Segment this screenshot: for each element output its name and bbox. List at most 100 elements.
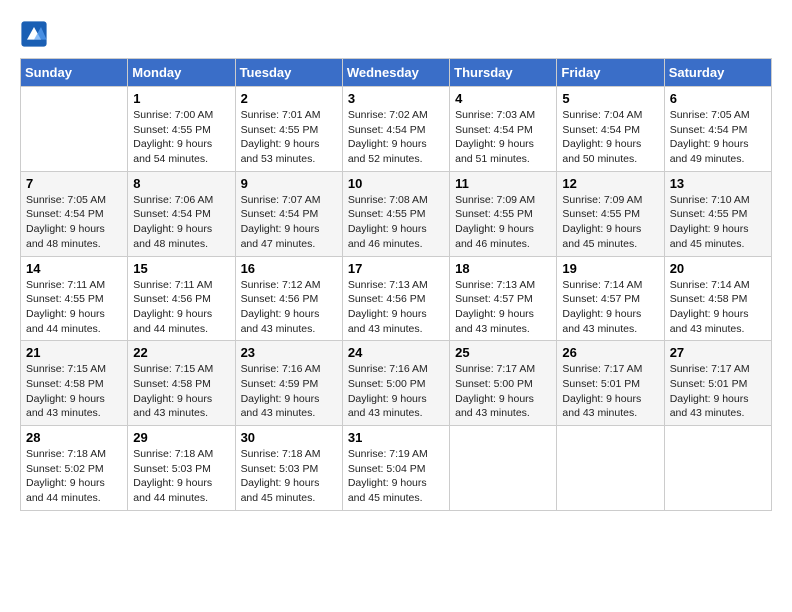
calendar-cell: 29 Sunrise: 7:18 AM Sunset: 5:03 PM Dayli… [128,426,235,511]
day-info: Sunrise: 7:09 AM Sunset: 4:55 PM Dayligh… [562,193,658,252]
day-info: Sunrise: 7:06 AM Sunset: 4:54 PM Dayligh… [133,193,229,252]
calendar-cell: 9 Sunrise: 7:07 AM Sunset: 4:54 PM Daylig… [235,171,342,256]
calendar-cell: 24Sunrise: 7:16 AM Sunset: 5:00 PM Dayli… [342,341,449,426]
calendar-cell: 17 Sunrise: 7:13 AM Sunset: 4:56 PM Dayli… [342,256,449,341]
calendar-cell: 21 Sunrise: 7:15 AM Sunset: 4:58 PM Dayli… [21,341,128,426]
day-info: Sunrise: 7:13 AM Sunset: 4:57 PM Dayligh… [455,278,551,337]
calendar-cell: 19 Sunrise: 7:14 AM Sunset: 4:57 PM Dayli… [557,256,664,341]
calendar-cell: 31 Sunrise: 7:19 AM Sunset: 5:04 PM Dayli… [342,426,449,511]
day-info: Sunrise: 7:17 AM Sunset: 5:00 PM Dayligh… [455,362,551,421]
calendar-cell: 15 Sunrise: 7:11 AM Sunset: 4:56 PM Dayli… [128,256,235,341]
day-number: 18 [455,261,551,276]
week-row-1: 1 Sunrise: 7:00 AM Sunset: 4:55 PM Daylig… [21,87,772,172]
calendar-cell: 20Sunrise: 7:14 AM Sunset: 4:58 PM Dayli… [664,256,771,341]
day-info: Sunrise: 7:16 AM Sunset: 4:59 PM Dayligh… [241,362,337,421]
calendar-table: SundayMondayTuesdayWednesdayThursdayFrid… [20,58,772,511]
day-header-tuesday: Tuesday [235,59,342,87]
calendar-cell: 22Sunrise: 7:15 AM Sunset: 4:58 PM Dayli… [128,341,235,426]
day-number: 8 [133,176,229,191]
day-number: 3 [348,91,444,106]
day-number: 27 [670,345,766,360]
day-header-wednesday: Wednesday [342,59,449,87]
day-info: Sunrise: 7:02 AM Sunset: 4:54 PM Dayligh… [348,108,444,167]
logo-icon [20,20,48,48]
day-info: Sunrise: 7:17 AM Sunset: 5:01 PM Dayligh… [670,362,766,421]
day-info: Sunrise: 7:08 AM Sunset: 4:55 PM Dayligh… [348,193,444,252]
days-header-row: SundayMondayTuesdayWednesdayThursdayFrid… [21,59,772,87]
day-info: Sunrise: 7:18 AM Sunset: 5:03 PM Dayligh… [241,447,337,506]
day-info: Sunrise: 7:11 AM Sunset: 4:56 PM Dayligh… [133,278,229,337]
day-number: 25 [455,345,551,360]
day-number: 15 [133,261,229,276]
day-number: 24 [348,345,444,360]
day-info: Sunrise: 7:17 AM Sunset: 5:01 PM Dayligh… [562,362,658,421]
day-info: Sunrise: 7:09 AM Sunset: 4:55 PM Dayligh… [455,193,551,252]
day-number: 28 [26,430,122,445]
calendar-cell: 25 Sunrise: 7:17 AM Sunset: 5:00 PM Dayli… [450,341,557,426]
day-number: 12 [562,176,658,191]
day-number: 9 [241,176,337,191]
day-header-saturday: Saturday [664,59,771,87]
day-info: Sunrise: 7:13 AM Sunset: 4:56 PM Dayligh… [348,278,444,337]
calendar-cell: 12 Sunrise: 7:09 AM Sunset: 4:55 PM Dayli… [557,171,664,256]
day-info: Sunrise: 7:19 AM Sunset: 5:04 PM Dayligh… [348,447,444,506]
calendar-cell: 18 Sunrise: 7:13 AM Sunset: 4:57 PM Dayli… [450,256,557,341]
calendar-body: 1 Sunrise: 7:00 AM Sunset: 4:55 PM Daylig… [21,87,772,511]
day-info: Sunrise: 7:14 AM Sunset: 4:57 PM Dayligh… [562,278,658,337]
calendar-cell: 1 Sunrise: 7:00 AM Sunset: 4:55 PM Daylig… [128,87,235,172]
day-header-thursday: Thursday [450,59,557,87]
day-number: 30 [241,430,337,445]
day-number: 23 [241,345,337,360]
calendar-cell: 27 Sunrise: 7:17 AM Sunset: 5:01 PM Dayli… [664,341,771,426]
calendar-cell: 10 Sunrise: 7:08 AM Sunset: 4:55 PM Dayli… [342,171,449,256]
calendar-cell: 7Sunrise: 7:05 AM Sunset: 4:54 PM Daylig… [21,171,128,256]
day-info: Sunrise: 7:07 AM Sunset: 4:54 PM Dayligh… [241,193,337,252]
day-number: 4 [455,91,551,106]
calendar-cell: 2Sunrise: 7:01 AM Sunset: 4:55 PM Daylig… [235,87,342,172]
day-number: 6 [670,91,766,106]
day-number: 29 [133,430,229,445]
calendar-cell [664,426,771,511]
day-info: Sunrise: 7:05 AM Sunset: 4:54 PM Dayligh… [26,193,122,252]
day-info: Sunrise: 7:18 AM Sunset: 5:03 PM Dayligh… [133,447,229,506]
day-number: 13 [670,176,766,191]
calendar-cell: 5Sunrise: 7:04 AM Sunset: 4:54 PM Daylig… [557,87,664,172]
day-number: 20 [670,261,766,276]
day-number: 5 [562,91,658,106]
page-header [20,20,772,48]
calendar-cell [21,87,128,172]
day-header-monday: Monday [128,59,235,87]
day-number: 11 [455,176,551,191]
week-row-5: 28 Sunrise: 7:18 AM Sunset: 5:02 PM Dayli… [21,426,772,511]
day-info: Sunrise: 7:15 AM Sunset: 4:58 PM Dayligh… [133,362,229,421]
day-info: Sunrise: 7:00 AM Sunset: 4:55 PM Dayligh… [133,108,229,167]
day-number: 16 [241,261,337,276]
week-row-3: 14 Sunrise: 7:11 AM Sunset: 4:55 PM Dayli… [21,256,772,341]
day-number: 2 [241,91,337,106]
day-header-friday: Friday [557,59,664,87]
day-number: 14 [26,261,122,276]
logo [20,20,52,48]
calendar-cell: 26Sunrise: 7:17 AM Sunset: 5:01 PM Dayli… [557,341,664,426]
week-row-2: 7Sunrise: 7:05 AM Sunset: 4:54 PM Daylig… [21,171,772,256]
calendar-cell: 6 Sunrise: 7:05 AM Sunset: 4:54 PM Daylig… [664,87,771,172]
week-row-4: 21 Sunrise: 7:15 AM Sunset: 4:58 PM Dayli… [21,341,772,426]
day-info: Sunrise: 7:18 AM Sunset: 5:02 PM Dayligh… [26,447,122,506]
calendar-cell: 13 Sunrise: 7:10 AM Sunset: 4:55 PM Dayli… [664,171,771,256]
day-info: Sunrise: 7:03 AM Sunset: 4:54 PM Dayligh… [455,108,551,167]
day-info: Sunrise: 7:05 AM Sunset: 4:54 PM Dayligh… [670,108,766,167]
day-info: Sunrise: 7:10 AM Sunset: 4:55 PM Dayligh… [670,193,766,252]
day-number: 19 [562,261,658,276]
day-number: 17 [348,261,444,276]
day-number: 21 [26,345,122,360]
day-info: Sunrise: 7:15 AM Sunset: 4:58 PM Dayligh… [26,362,122,421]
calendar-cell: 3 Sunrise: 7:02 AM Sunset: 4:54 PM Daylig… [342,87,449,172]
day-number: 10 [348,176,444,191]
day-number: 31 [348,430,444,445]
day-info: Sunrise: 7:11 AM Sunset: 4:55 PM Dayligh… [26,278,122,337]
day-number: 1 [133,91,229,106]
calendar-cell: 28 Sunrise: 7:18 AM Sunset: 5:02 PM Dayli… [21,426,128,511]
day-info: Sunrise: 7:12 AM Sunset: 4:56 PM Dayligh… [241,278,337,337]
calendar-cell: 11 Sunrise: 7:09 AM Sunset: 4:55 PM Dayli… [450,171,557,256]
day-header-sunday: Sunday [21,59,128,87]
